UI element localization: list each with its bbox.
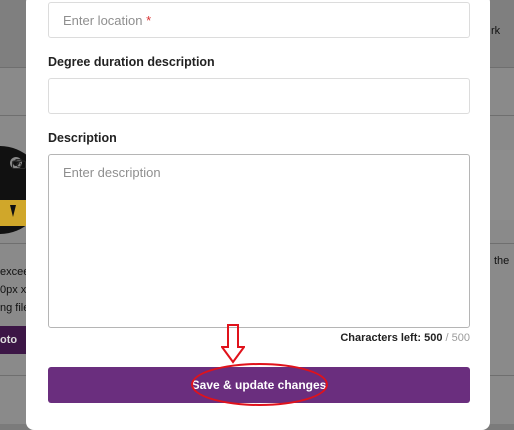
required-mark: * xyxy=(146,13,152,28)
background-text: 0px x xyxy=(0,284,27,296)
save-update-changes-button[interactable]: Save & update changes xyxy=(48,367,470,403)
characters-left-counter: Characters left: 500 / 500 xyxy=(340,332,470,344)
background-input xyxy=(490,150,514,220)
description-label: Description xyxy=(48,131,117,145)
edit-education-modal: Enter location * Degree duration descrip… xyxy=(26,0,490,430)
description-textarea[interactable]: Enter description xyxy=(48,154,470,328)
characters-max-value: / 500 xyxy=(445,332,470,344)
camera-icon xyxy=(12,156,26,169)
location-input[interactable]: Enter location * xyxy=(48,2,470,38)
background-text: the xyxy=(494,255,510,267)
save-button-label: Save & update changes xyxy=(191,378,327,392)
degree-duration-label: Degree duration description xyxy=(48,55,215,69)
background-button-label: oto xyxy=(0,334,18,346)
characters-left-label: Characters left: xyxy=(340,332,422,344)
degree-duration-input[interactable] xyxy=(48,78,470,114)
characters-left-value: 500 xyxy=(424,332,443,344)
background-text: rk xyxy=(491,25,501,37)
background-text: ng file xyxy=(0,302,30,314)
background-upload-photo-button: oto xyxy=(0,326,26,354)
location-placeholder: Enter location xyxy=(63,13,143,28)
description-placeholder: Enter description xyxy=(63,165,161,180)
